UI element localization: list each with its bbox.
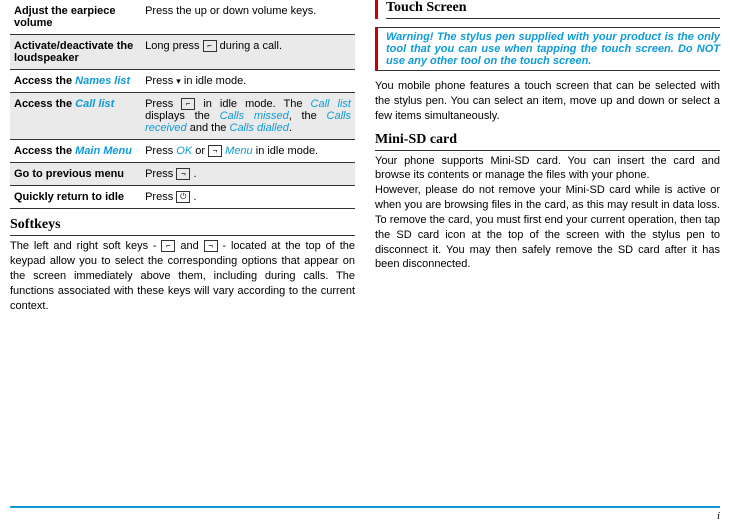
row-names-list-value: Press ▾ in idle mode. [141, 70, 355, 93]
row-adjust-volume-label: Adjust the earpiece volume [10, 0, 141, 35]
row-loudspeaker-label: Activate/deactivate the loudspeaker [10, 35, 141, 70]
softkey-right-icon: ¬ [208, 145, 222, 157]
page-number: i [10, 506, 720, 522]
touch-body: You mobile phone features a touch screen… [375, 79, 720, 124]
row-previous-menu-value: Press ¬ . [141, 163, 355, 186]
softkeys-heading: Softkeys [10, 217, 355, 236]
softkeys-body: The left and right soft keys - ⌐ and ¬ -… [10, 239, 355, 313]
touch-warning: Warning! The stylus pen supplied with yo… [386, 28, 720, 70]
feature-table: Adjust the earpiece volume Press the up … [10, 0, 355, 209]
softkey-left-icon: ⌐ [161, 240, 175, 252]
row-previous-menu-label: Go to previous menu [10, 163, 141, 186]
end-key-icon: ⏻ [176, 191, 190, 203]
row-main-menu-value: Press OK or ¬ Menu in idle mode. [141, 140, 355, 163]
row-adjust-volume-value: Press the up or down volume keys. [141, 0, 355, 35]
touch-screen-heading: Touch Screen [386, 0, 720, 19]
row-return-idle-value: Press ⏻ . [141, 186, 355, 209]
minisd-body: Your phone supports Mini-SD card. You ca… [375, 154, 720, 273]
softkey-right-icon: ¬ [176, 168, 190, 180]
row-call-list-value: Press ⌐ in idle mode. The Call list disp… [141, 93, 355, 140]
softkey-right-icon: ¬ [204, 240, 218, 252]
row-call-list-label: Access the Call list [10, 93, 141, 140]
row-return-idle-label: Quickly return to idle [10, 186, 141, 209]
minisd-heading: Mini-SD card [375, 132, 720, 151]
row-names-list-label: Access the Names list [10, 70, 141, 93]
softkey-left-icon: ⌐ [181, 98, 195, 110]
row-loudspeaker-value: Long press ⌐ during a call. [141, 35, 355, 70]
row-main-menu-label: Access the Main Menu [10, 140, 141, 163]
softkey-left-icon: ⌐ [203, 40, 217, 52]
